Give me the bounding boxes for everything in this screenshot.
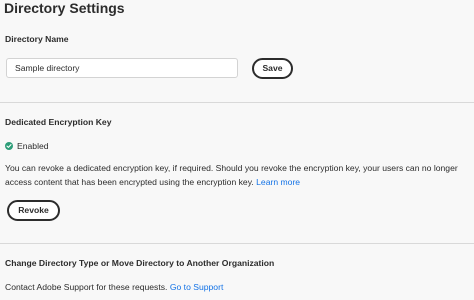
directory-settings-page: Directory Settings Directory Name Save D… (0, 0, 474, 300)
encryption-status-text: Enabled (17, 141, 49, 151)
revoke-button[interactable]: Revoke (7, 200, 60, 221)
directory-name-input[interactable] (6, 58, 238, 78)
change-directory-text: Contact Adobe Support for these requests… (5, 282, 168, 292)
go-to-support-link[interactable]: Go to Support (170, 282, 224, 292)
section-divider (0, 243, 474, 244)
encryption-description-line1: You can revoke a dedicated encryption ke… (5, 163, 458, 173)
encryption-key-label: Dedicated Encryption Key (5, 117, 112, 127)
encryption-description-line2: access content that has been encrypted u… (5, 176, 254, 187)
encryption-description: You can revoke a dedicated encryption ke… (5, 162, 467, 189)
directory-name-label: Directory Name (5, 34, 69, 44)
section-divider (0, 102, 474, 103)
check-circle-icon (5, 142, 13, 150)
change-directory-label: Change Directory Type or Move Directory … (5, 258, 275, 268)
page-title: Directory Settings (4, 0, 125, 16)
learn-more-link[interactable]: Learn more (256, 177, 300, 187)
save-button[interactable]: Save (252, 58, 293, 79)
change-directory-description: Contact Adobe Support for these requests… (5, 281, 467, 295)
encryption-status: Enabled (5, 140, 49, 152)
